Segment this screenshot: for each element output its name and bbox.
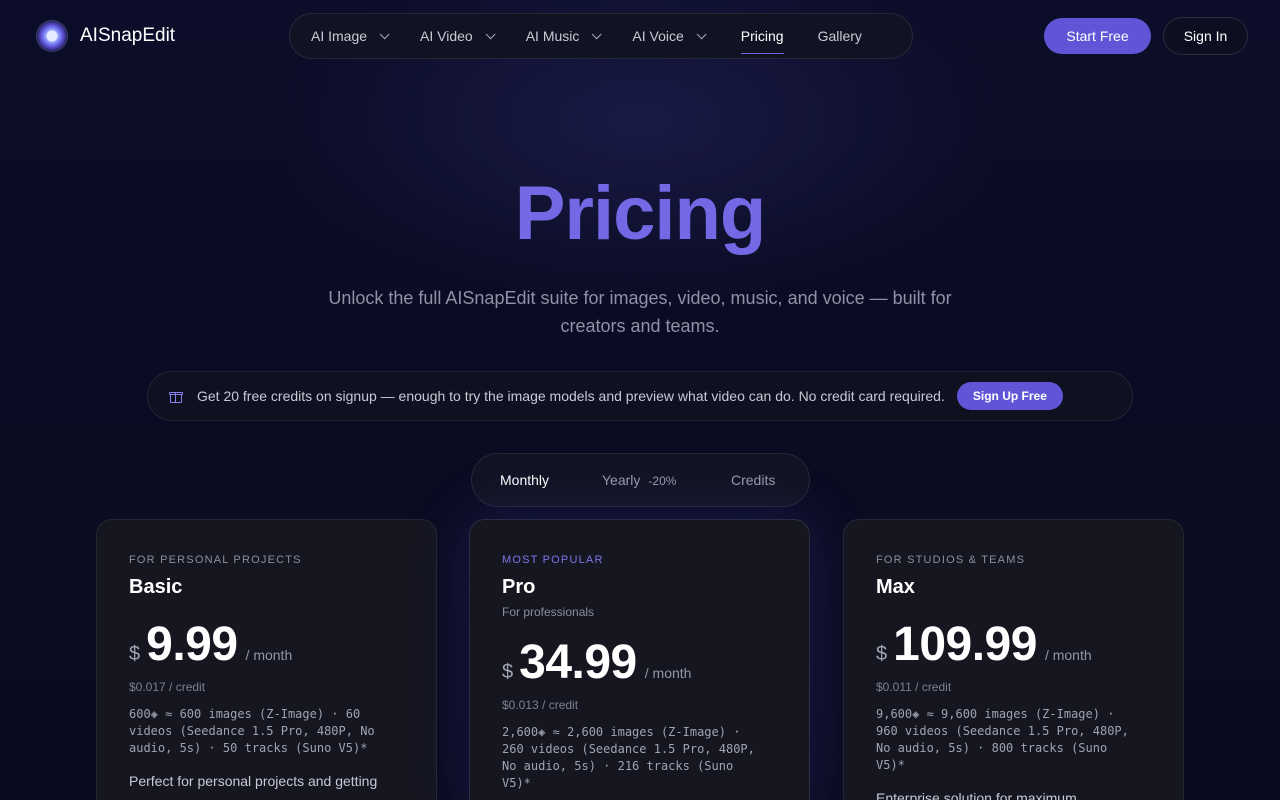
- nav-item-label: AI Image: [311, 28, 368, 44]
- currency-symbol: $: [129, 643, 141, 665]
- nav-item-label: Gallery: [817, 28, 862, 44]
- plan-details: 2,600◈ ≈ 2,600 images (Z-Image) · 260 vi…: [502, 725, 755, 790]
- per-credit-price: $0.017 / credit: [129, 680, 206, 694]
- nav-item-label: AI Music: [525, 28, 580, 44]
- gift-icon: [169, 389, 183, 403]
- price-row: $ 109.99 / month: [876, 617, 1151, 672]
- logo-icon: [37, 21, 67, 51]
- page-subtitle: Unlock the full AISnapEdit suite for ima…: [328, 288, 952, 336]
- sign-up-free-button[interactable]: Sign Up Free: [956, 382, 1063, 410]
- sign-in-button[interactable]: Sign In: [1163, 17, 1248, 55]
- plan-card-max: FOR STUDIOS & TEAMS Max $ 109.99 / month…: [843, 519, 1184, 800]
- nav-item-ai-video[interactable]: AI Video: [420, 13, 496, 59]
- plan-eyebrow: FOR STUDIOS & TEAMS: [876, 554, 1026, 566]
- nav-item-gallery[interactable]: Gallery: [818, 13, 862, 59]
- nav-item-ai-music[interactable]: AI Music: [525, 13, 602, 59]
- main-nav: AI Image AI Video AI Music AI Voice Pric…: [289, 13, 913, 59]
- billing-period: / month: [1044, 647, 1092, 663]
- nav-item-ai-voice[interactable]: AI Voice: [632, 13, 707, 59]
- plan-price: 9.99: [146, 618, 238, 671]
- plan-name: Max: [876, 576, 915, 598]
- plan-eyebrow: FOR PERSONAL PROJECTS: [129, 554, 302, 566]
- chevron-down-icon: [379, 28, 390, 39]
- plan-description: Enterprise solution for maximum: [876, 790, 1077, 800]
- per-credit-price: $0.011 / credit: [876, 680, 952, 694]
- nav-item-ai-image[interactable]: AI Image: [311, 13, 390, 59]
- billing-toggle: Monthly Yearly -20% Credits: [471, 453, 810, 507]
- chevron-down-icon: [696, 28, 707, 39]
- price-row: $ 34.99 / month: [502, 635, 777, 690]
- plan-price: 109.99: [893, 618, 1037, 671]
- chevron-down-icon: [592, 28, 602, 39]
- currency-symbol: $: [876, 643, 888, 665]
- tab-credits[interactable]: Credits: [731, 454, 775, 506]
- nav-item-pricing[interactable]: Pricing: [740, 13, 784, 59]
- billing-period: / month: [245, 647, 293, 663]
- nav-item-label: AI Voice: [632, 28, 684, 44]
- plan-name: Basic: [129, 576, 183, 598]
- chevron-down-icon: [485, 28, 496, 39]
- page-title: Pricing: [514, 171, 767, 256]
- plan-price: 34.99: [519, 636, 637, 689]
- free-credits-banner: Get 20 free credits on signup — enough t…: [147, 371, 1133, 421]
- tab-monthly[interactable]: Monthly: [500, 454, 549, 506]
- plan-description: Perfect for personal projects and gettin…: [129, 773, 378, 789]
- plan-name: Pro: [502, 576, 536, 598]
- plan-subtitle: For professionals: [502, 605, 595, 619]
- plan-card-pro: MOST POPULAR Pro For professionals $ 34.…: [469, 519, 810, 800]
- banner-text: Get 20 free credits on signup — enough t…: [197, 388, 945, 404]
- logo-text: AISnapEdit: [80, 25, 176, 46]
- plan-details: 9,600◈ ≈ 9,600 images (Z-Image) · 960 vi…: [876, 707, 1129, 772]
- site-header: AISnapEdit AI Image AI Video AI Music AI…: [0, 0, 1280, 72]
- discount-badge: -20%: [648, 474, 677, 488]
- per-credit-price: $0.013 / credit: [502, 698, 579, 712]
- nav-item-label: Pricing: [740, 28, 784, 44]
- billing-period: / month: [644, 665, 692, 681]
- tab-yearly[interactable]: Yearly -20%: [602, 454, 676, 506]
- plan-details: 600◈ ≈ 600 images (Z-Image) · 60 videos …: [129, 707, 375, 755]
- nav-item-label: AI Video: [420, 28, 473, 44]
- start-free-button[interactable]: Start Free: [1044, 18, 1151, 54]
- tab-yearly-label: Yearly: [602, 472, 641, 488]
- price-row: $ 9.99 / month: [129, 617, 404, 672]
- plan-eyebrow: MOST POPULAR: [502, 554, 604, 566]
- logo[interactable]: AISnapEdit: [37, 21, 175, 51]
- plan-card-basic: FOR PERSONAL PROJECTS Basic $ 9.99 / mon…: [96, 519, 437, 800]
- currency-symbol: $: [502, 661, 514, 683]
